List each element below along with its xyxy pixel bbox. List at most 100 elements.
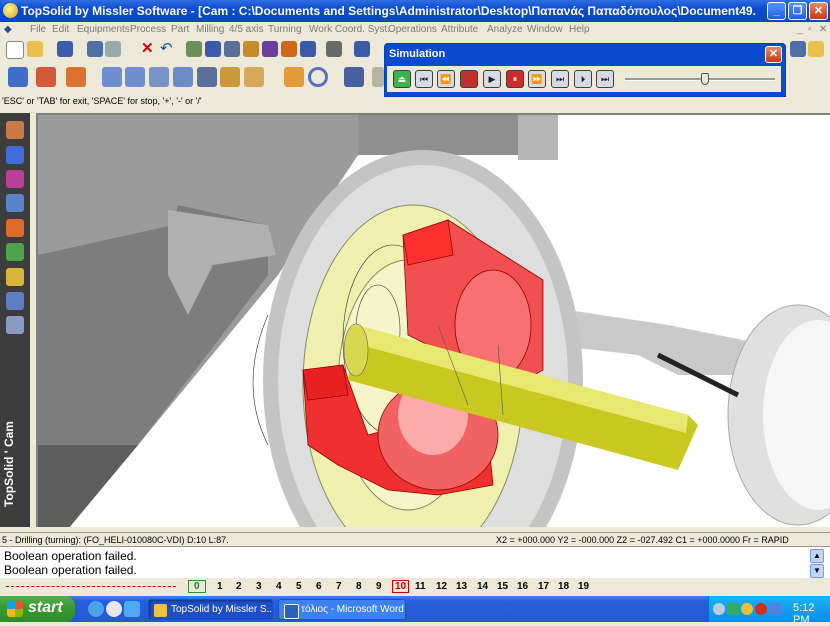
nc-code-icon[interactable] bbox=[344, 67, 364, 87]
menu-process[interactable]: Process bbox=[130, 24, 166, 35]
sketch-icon[interactable] bbox=[6, 121, 24, 139]
close-button[interactable]: ✕ bbox=[809, 2, 828, 20]
layer-10-current[interactable]: 10 bbox=[392, 580, 410, 593]
facing-icon[interactable] bbox=[149, 67, 169, 87]
document-icon[interactable]: ◆ bbox=[4, 24, 12, 35]
step-back-icon[interactable]: ⏪ bbox=[437, 70, 455, 88]
menu-file[interactable]: File bbox=[30, 24, 46, 35]
groove-icon[interactable] bbox=[220, 67, 240, 87]
pocket-icon[interactable] bbox=[102, 67, 122, 87]
stock-icon[interactable] bbox=[66, 67, 86, 87]
menu-window[interactable]: Window bbox=[527, 24, 563, 35]
layer-7[interactable]: 7 bbox=[336, 581, 342, 592]
pause-icon[interactable]: ⏸ bbox=[506, 70, 524, 88]
zoom-icon[interactable] bbox=[790, 41, 806, 57]
task-word[interactable]: τόλιος - Microsoft Word bbox=[278, 599, 406, 620]
volume-icon[interactable] bbox=[769, 603, 781, 615]
network-icon[interactable] bbox=[727, 603, 739, 615]
mdi-minimize-icon[interactable]: _ bbox=[797, 24, 803, 35]
menu-analyze[interactable]: Analyze bbox=[487, 24, 523, 35]
speed-slider-thumb[interactable] bbox=[701, 73, 709, 85]
mdi-restore-icon[interactable]: ▫ bbox=[808, 24, 812, 35]
save-icon[interactable] bbox=[57, 41, 73, 57]
layer-19[interactable]: 19 bbox=[578, 581, 589, 592]
go-end-icon[interactable]: ⏭ bbox=[596, 70, 614, 88]
toolbar-more-icon[interactable] bbox=[372, 67, 384, 87]
menu-equipments[interactable]: Equipments bbox=[77, 24, 130, 35]
alert-icon[interactable] bbox=[755, 603, 767, 615]
next-operation-icon[interactable]: ⏵ bbox=[574, 70, 592, 88]
go-start-icon[interactable]: ⏮ bbox=[415, 70, 433, 88]
minimize-button[interactable]: _ bbox=[767, 2, 786, 20]
menu-attribute[interactable]: Attribute bbox=[441, 24, 478, 35]
layer-3[interactable]: 3 bbox=[256, 581, 262, 592]
print-icon[interactable] bbox=[105, 41, 121, 57]
target-icon[interactable] bbox=[308, 67, 328, 87]
layer-5[interactable]: 5 bbox=[296, 581, 302, 592]
layer-15[interactable]: 15 bbox=[497, 581, 508, 592]
layer-13[interactable]: 13 bbox=[456, 581, 467, 592]
layer-4[interactable]: 4 bbox=[276, 581, 282, 592]
measure-icon[interactable] bbox=[205, 41, 221, 57]
curve-icon[interactable] bbox=[6, 170, 24, 188]
properties-icon[interactable] bbox=[87, 41, 103, 57]
speed-slider[interactable] bbox=[625, 73, 775, 85]
surface-icon[interactable] bbox=[6, 194, 24, 212]
mdi-close-icon[interactable]: ✕ bbox=[819, 24, 827, 35]
layer-8[interactable]: 8 bbox=[356, 581, 362, 592]
quicklaunch-icon[interactable] bbox=[124, 601, 140, 617]
tray-back-icon[interactable] bbox=[713, 603, 725, 615]
media-icon[interactable] bbox=[106, 601, 122, 617]
scroll-down-icon[interactable]: ▼ bbox=[810, 564, 824, 578]
scroll-up-icon[interactable]: ▲ bbox=[810, 549, 824, 563]
view-icon[interactable] bbox=[186, 41, 202, 57]
browser-icon[interactable] bbox=[88, 601, 104, 617]
step-forward-icon[interactable]: ⏭ bbox=[551, 70, 569, 88]
undo-icon[interactable]: ↶ bbox=[160, 41, 176, 57]
open-folder-icon[interactable] bbox=[27, 41, 43, 57]
tool-icon[interactable] bbox=[36, 67, 56, 87]
app-icon[interactable] bbox=[3, 3, 18, 18]
layer-11[interactable]: 11 bbox=[415, 581, 426, 592]
layer-icon[interactable] bbox=[300, 41, 316, 57]
layer-12[interactable]: 12 bbox=[436, 581, 447, 592]
menu-help[interactable]: Help bbox=[569, 24, 590, 35]
contour-icon[interactable] bbox=[125, 67, 145, 87]
layer-9[interactable]: 9 bbox=[376, 581, 382, 592]
cam-icon[interactable] bbox=[6, 219, 24, 237]
layer-0[interactable]: 0 bbox=[188, 580, 206, 593]
menu-4-5-axis[interactable]: 4/5 axis bbox=[229, 24, 263, 35]
stop-icon[interactable] bbox=[460, 70, 478, 88]
attribute-icon[interactable] bbox=[281, 41, 297, 57]
layer-18[interactable]: 18 bbox=[558, 581, 569, 592]
menu-work-coord[interactable]: Work Coord. Syst. bbox=[309, 24, 390, 35]
link-icon[interactable] bbox=[354, 41, 370, 57]
draft-icon[interactable] bbox=[6, 268, 24, 286]
eject-icon[interactable]: ⏏ bbox=[393, 70, 411, 88]
scissors-icon[interactable] bbox=[326, 41, 342, 57]
new-document-icon[interactable] bbox=[6, 41, 24, 59]
menu-part[interactable]: Part bbox=[171, 24, 189, 35]
play-icon[interactable]: ▶ bbox=[483, 70, 501, 88]
layer-2[interactable]: 2 bbox=[236, 581, 242, 592]
menu-operations[interactable]: Operations bbox=[388, 24, 437, 35]
maximize-button[interactable]: ❐ bbox=[788, 2, 807, 20]
menu-turning[interactable]: Turning bbox=[268, 24, 302, 35]
task-topsolid[interactable]: TopSolid by Missler S... bbox=[148, 599, 273, 620]
color-icon[interactable] bbox=[262, 41, 278, 57]
thread-icon[interactable] bbox=[197, 67, 217, 87]
layer-17[interactable]: 17 bbox=[538, 581, 549, 592]
machine-icon[interactable] bbox=[8, 67, 28, 87]
simulation-close-button[interactable]: ✕ bbox=[765, 46, 782, 63]
line-style-preview[interactable] bbox=[6, 586, 176, 588]
fast-forward-icon[interactable]: ⏩ bbox=[528, 70, 546, 88]
shape-icon[interactable] bbox=[6, 146, 24, 164]
menu-edit[interactable]: Edit bbox=[52, 24, 69, 35]
security-icon[interactable] bbox=[741, 603, 753, 615]
layer-1[interactable]: 1 bbox=[217, 581, 223, 592]
simulate-icon[interactable] bbox=[284, 67, 304, 87]
analysis-icon[interactable] bbox=[6, 292, 24, 310]
start-button[interactable]: start bbox=[0, 596, 75, 622]
layer-6[interactable]: 6 bbox=[316, 581, 322, 592]
grid-icon[interactable] bbox=[224, 41, 240, 57]
